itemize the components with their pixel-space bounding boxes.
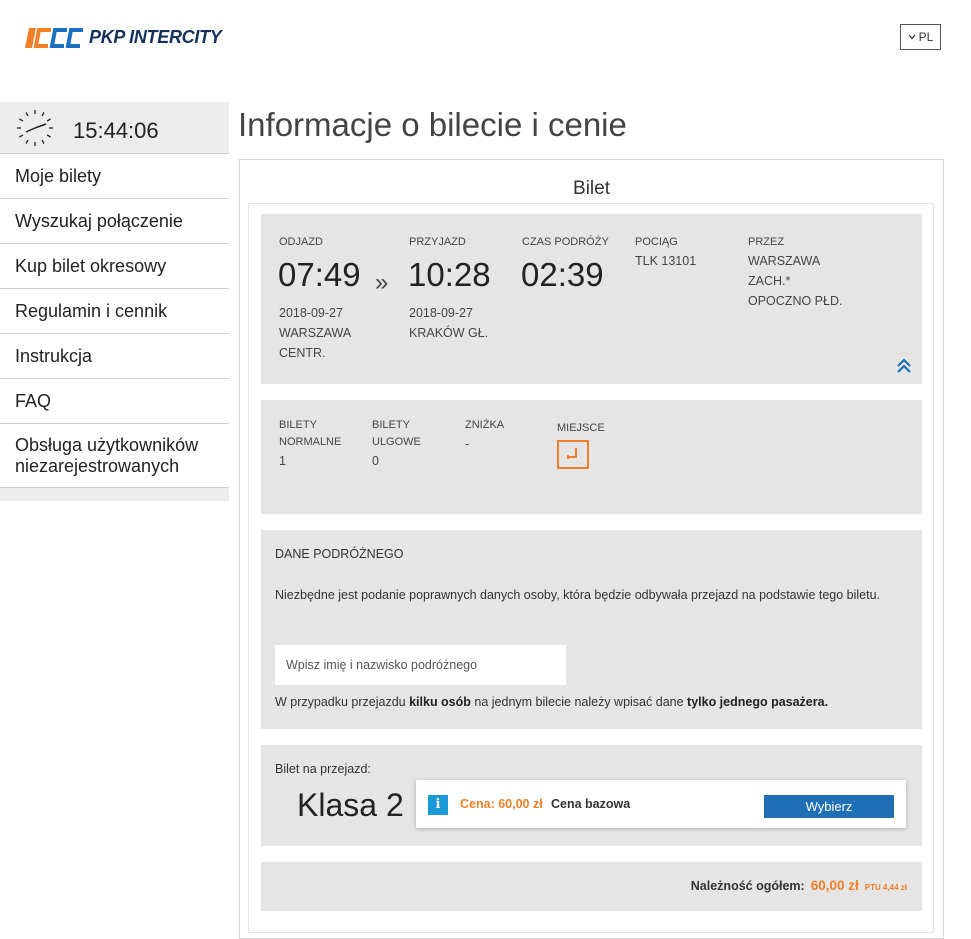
- discount-label: ZNIŻKA: [465, 419, 505, 431]
- info-icon[interactable]: i: [428, 795, 448, 815]
- nav-faq[interactable]: FAQ: [0, 379, 229, 424]
- clock-icon: [17, 109, 53, 146]
- passenger-note-text-2: na jednym bilecie należy wpisać dane: [470, 695, 688, 709]
- duration-value: 02:39: [521, 256, 604, 293]
- passenger-title: DANE PODRÓŻNEGO: [275, 547, 404, 561]
- logo-text: PKP INTERCITY: [89, 26, 222, 47]
- arrival-time: 10:28: [408, 256, 491, 293]
- departure-station-line2: CENTR.: [279, 346, 326, 360]
- reduced-tickets-label-line2: ULGOWE: [372, 436, 421, 448]
- passenger-description: Niezbędne jest podanie poprawnych danych…: [275, 588, 881, 602]
- nav-regulations[interactable]: Regulamin i cennik: [0, 289, 229, 334]
- seat-icon[interactable]: [557, 440, 589, 469]
- logo[interactable]: PKP INTERCITY: [23, 22, 222, 52]
- seat-label: MIEJSCE: [557, 422, 605, 434]
- language-select[interactable]: PL: [900, 24, 941, 50]
- via-label: PRZEZ: [748, 236, 785, 248]
- page-title: Informacje o bilecie i cenie: [238, 106, 627, 143]
- total-label: Należność ogółem:: [690, 879, 805, 893]
- normal-tickets-label-line1: BILETY: [279, 419, 317, 431]
- departure-date: 2018-09-27: [279, 306, 343, 320]
- sidebar-footer: [0, 488, 229, 501]
- intercity-logo-icon: [23, 22, 85, 52]
- passenger-name-input[interactable]: [275, 645, 566, 685]
- total-row: Należność ogółem: 60,00 zł PTU 4,44 zł: [691, 878, 907, 893]
- total-vat: PTU 4,44 zł: [864, 883, 907, 892]
- arrival-station: KRAKÓW GŁ.: [409, 326, 489, 340]
- via-station-line2: ZACH.*: [748, 274, 791, 288]
- direction-arrow-icon: »: [375, 269, 389, 296]
- duration-label: CZAS PODRÓŻY: [522, 236, 609, 248]
- nav-instructions[interactable]: Instrukcja: [0, 334, 229, 379]
- total-panel: Należność ogółem: 60,00 zł PTU 4,44 zł: [261, 862, 922, 911]
- language-label: PL: [918, 30, 934, 44]
- sidebar: 15:44:06 Moje bilety Wyszukaj połączenie…: [0, 102, 229, 501]
- passenger-note-bold-2: tylko jednego pasażera.: [687, 695, 829, 709]
- nav-unregistered-users[interactable]: Obsługa użytkowników niezarejestrowanych: [0, 424, 229, 488]
- normal-tickets-value: 1: [279, 454, 286, 468]
- choose-button[interactable]: Wybierz: [764, 795, 894, 818]
- collapse-icon[interactable]: [896, 358, 912, 374]
- clock-time: 15:44:06: [73, 117, 159, 143]
- departure-station-line1: WARSZAWA: [279, 326, 352, 340]
- departure-label: ODJAZD: [279, 236, 323, 248]
- arrival-label: PRZYJAZD: [409, 236, 466, 248]
- chevron-down-icon: [908, 34, 916, 40]
- clock: 15:44:06: [0, 102, 229, 154]
- passenger-note-text-1: W przypadku przejazdu: [275, 695, 410, 709]
- passenger-panel: DANE PODRÓŻNEGO Niezbędne jest podanie p…: [261, 530, 922, 729]
- via-station-line3: OPOCZNO PŁD.: [748, 294, 843, 308]
- class-panel: Bilet na przejazd: Klasa 2 i Cena: 60,00…: [261, 745, 922, 846]
- section-title: Bilet: [573, 178, 610, 199]
- discount-value: -: [465, 437, 470, 451]
- nav-my-tickets[interactable]: Moje bilety: [0, 154, 229, 199]
- train-label: POCIĄG: [635, 236, 678, 248]
- train-number: TLK 13101: [635, 254, 697, 268]
- nav-search-connection[interactable]: Wyszukaj połączenie: [0, 199, 229, 244]
- seat-glyph-icon: [567, 448, 577, 459]
- price-offer-card: i Cena: 60,00 zł Cena bazowa Wybierz: [416, 780, 906, 828]
- journey-panel: ODJAZD 07:49 2018-09-27 WARSZAWA CENTR. …: [261, 214, 922, 384]
- reduced-tickets-value: 0: [372, 454, 379, 468]
- arrival-date: 2018-09-27: [409, 306, 473, 320]
- passenger-note-bold-1: kilku osób: [409, 695, 471, 709]
- normal-tickets-label-line2: NORMALNE: [279, 436, 342, 448]
- total-amount: 60,00 zł: [810, 878, 859, 893]
- price-description: Cena bazowa: [551, 797, 631, 811]
- nav-buy-period-ticket[interactable]: Kup bilet okresowy: [0, 244, 229, 289]
- class-name: Klasa 2: [297, 787, 404, 823]
- class-label: Bilet na przejazd:: [275, 762, 371, 776]
- departure-time: 07:49: [278, 256, 361, 293]
- price-value: Cena: 60,00 zł: [460, 797, 543, 811]
- via-station-line1: WARSZAWA: [748, 254, 821, 268]
- reduced-tickets-label-line1: BILETY: [372, 419, 410, 431]
- tickets-panel: BILETY NORMALNE 1 BILETY ULGOWE 0 ZNIŻKA…: [261, 400, 922, 514]
- passenger-note: W przypadku przejazdu kilku osób na jedn…: [275, 695, 828, 709]
